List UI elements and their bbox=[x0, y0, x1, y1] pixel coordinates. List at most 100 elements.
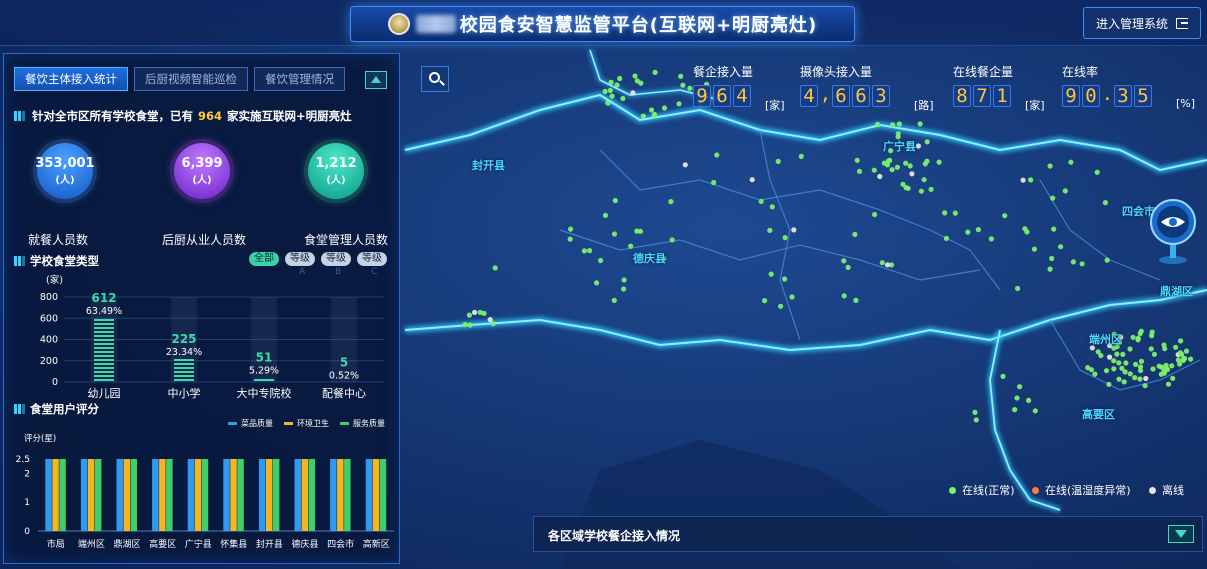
rating-bar bbox=[258, 459, 266, 531]
canteen-dot bbox=[884, 262, 891, 268]
legend-label-service: 服务质量 bbox=[353, 419, 385, 428]
county-label-fengkai[interactable]: 封开县 bbox=[472, 157, 505, 173]
rating-bar bbox=[301, 459, 308, 531]
canteen-dot bbox=[972, 409, 978, 415]
rating-bar bbox=[45, 459, 52, 531]
y-axis-unit: (家) bbox=[46, 274, 63, 286]
bar-segment bbox=[94, 379, 114, 381]
canteen-dot bbox=[567, 236, 573, 242]
canteen-dot bbox=[907, 163, 913, 169]
bar-segment bbox=[174, 379, 194, 381]
y-tick-label: 800 bbox=[40, 292, 58, 303]
canteen-dot bbox=[889, 167, 895, 173]
canteen-dot bbox=[612, 197, 618, 204]
tab-kitchen-video[interactable]: 后厨视频智能巡检 bbox=[134, 67, 248, 91]
metric-digit: 5 bbox=[1134, 85, 1152, 107]
canteen-dot bbox=[775, 158, 781, 164]
canteen-dot bbox=[879, 260, 885, 266]
region-access-expand-button[interactable] bbox=[1168, 525, 1194, 543]
view-toggle-button[interactable] bbox=[1149, 196, 1197, 266]
canteen-dot bbox=[602, 212, 609, 218]
bar-segment bbox=[94, 359, 114, 361]
canteen-dot bbox=[1070, 259, 1076, 265]
canteen-dot bbox=[854, 157, 860, 163]
canteen-dot bbox=[487, 317, 493, 323]
x-tick-label: 高要区 bbox=[149, 538, 176, 550]
canteen-type-title: 学校食堂类型 bbox=[30, 254, 99, 268]
canteen-dot bbox=[594, 280, 600, 286]
summary-text: 针对全市区所有学校食堂，已有 964 家实施互联网+明厨亮灶 bbox=[32, 108, 352, 124]
stat-kitchen-staff-unit: (人) bbox=[192, 175, 212, 186]
bar-segment bbox=[174, 367, 194, 369]
canteen-dot bbox=[605, 100, 611, 106]
rating-chart: 评分(星) 0 1 2 2.5 市局 端州区 鼎湖区 高要区 广宁县 怀集县 封开县 德庆县 四会市 高新区 bbox=[16, 434, 394, 550]
canteen-dot bbox=[621, 277, 627, 283]
canteen-dot bbox=[1142, 383, 1148, 389]
canteen-dot bbox=[467, 322, 473, 328]
canteen-dot bbox=[1094, 169, 1100, 175]
y-tick-label: 2.5 bbox=[16, 455, 30, 465]
metric-unit-enterprise: [家] bbox=[765, 99, 785, 112]
bar-segment bbox=[94, 319, 114, 321]
x-tick-label: 高新区 bbox=[363, 538, 390, 550]
tab-catering-management[interactable]: 餐饮管理情况 bbox=[254, 67, 345, 91]
county-label-gaoyao[interactable]: 高要区 bbox=[1082, 406, 1115, 422]
metric-digit: 4 bbox=[733, 85, 751, 107]
bar-segment bbox=[94, 323, 114, 325]
left-stats-panel: 餐饮主体接入统计 后厨视频智能巡检 餐饮管理情况 针对全市区所有学校食堂，已有 9… bbox=[3, 53, 400, 564]
filter-all[interactable]: 全部 bbox=[249, 252, 279, 266]
canteen-dot bbox=[789, 294, 795, 300]
canteen-dot bbox=[1107, 354, 1113, 360]
canteen-dot bbox=[1028, 177, 1034, 183]
canteen-dot bbox=[1180, 357, 1186, 364]
county-label-dinghu[interactable]: 鼎湖区 bbox=[1160, 283, 1193, 299]
canteen-dot bbox=[669, 237, 675, 243]
canteen-dot bbox=[1024, 229, 1030, 235]
bar-segment bbox=[94, 343, 114, 345]
canteen-dot bbox=[1173, 344, 1179, 350]
bar-segment bbox=[94, 335, 114, 337]
canteen-dot bbox=[630, 90, 636, 96]
county-label-deqing[interactable]: 德庆县 bbox=[633, 250, 666, 266]
canteen-dot bbox=[900, 181, 906, 187]
enter-admin-button[interactable]: 进入管理系统 bbox=[1083, 7, 1201, 39]
bar-segment bbox=[94, 351, 114, 353]
metric-digit: 6 bbox=[713, 85, 731, 107]
bar-value-label: 225 bbox=[171, 332, 196, 346]
county-label-guangning[interactable]: 广宁县 bbox=[883, 138, 916, 154]
county-label-duanzhou[interactable]: 端州区 bbox=[1089, 331, 1122, 347]
canteen-dot bbox=[711, 179, 717, 186]
rating-bar bbox=[87, 459, 95, 531]
legend-hygiene: 环境卫生 bbox=[284, 418, 329, 429]
bar-segment bbox=[94, 339, 114, 341]
metric-digits-enterprise: 964 bbox=[693, 85, 751, 107]
metric-digit: 3 bbox=[1114, 85, 1132, 107]
bar-value-label: 51 bbox=[256, 351, 273, 365]
platform-title-box: 校园食安智慧监管平台(互联网+明厨亮灶) bbox=[350, 6, 855, 42]
legend-service: 服务质量 bbox=[340, 418, 385, 429]
canteen-dot bbox=[587, 248, 593, 254]
canteen-dot bbox=[975, 227, 982, 233]
map-search-button[interactable] bbox=[421, 66, 449, 92]
metric-unit-online-enterprise: [家] bbox=[1025, 99, 1045, 112]
legend-swatch-service bbox=[340, 422, 349, 425]
panel-collapse-button[interactable] bbox=[365, 71, 387, 89]
x-tick-label: 配餐中心 bbox=[322, 386, 366, 400]
tab-enterprise-access[interactable]: 餐饮主体接入统计 bbox=[14, 67, 128, 91]
rating-bar bbox=[116, 459, 123, 531]
canteen-dot bbox=[1012, 407, 1018, 413]
canteen-dot bbox=[875, 121, 881, 128]
canteen-dot bbox=[477, 309, 483, 315]
bar-segment bbox=[174, 371, 194, 373]
canteen-dot bbox=[1162, 346, 1168, 352]
metric-digit: 3 bbox=[872, 85, 890, 107]
canteen-dot bbox=[678, 73, 684, 79]
rating-bar bbox=[130, 459, 137, 531]
canteen-dot bbox=[617, 75, 623, 82]
filter-level-c[interactable]: 等级 bbox=[357, 252, 387, 266]
metric-digit: , bbox=[820, 84, 831, 105]
metric-digit: 7 bbox=[973, 85, 991, 107]
filter-level-b[interactable]: 等级 bbox=[321, 252, 351, 266]
filter-level-a[interactable]: 等级 bbox=[285, 252, 315, 266]
legend-online-abnormal: 在线(温湿度异常) bbox=[1032, 482, 1131, 498]
